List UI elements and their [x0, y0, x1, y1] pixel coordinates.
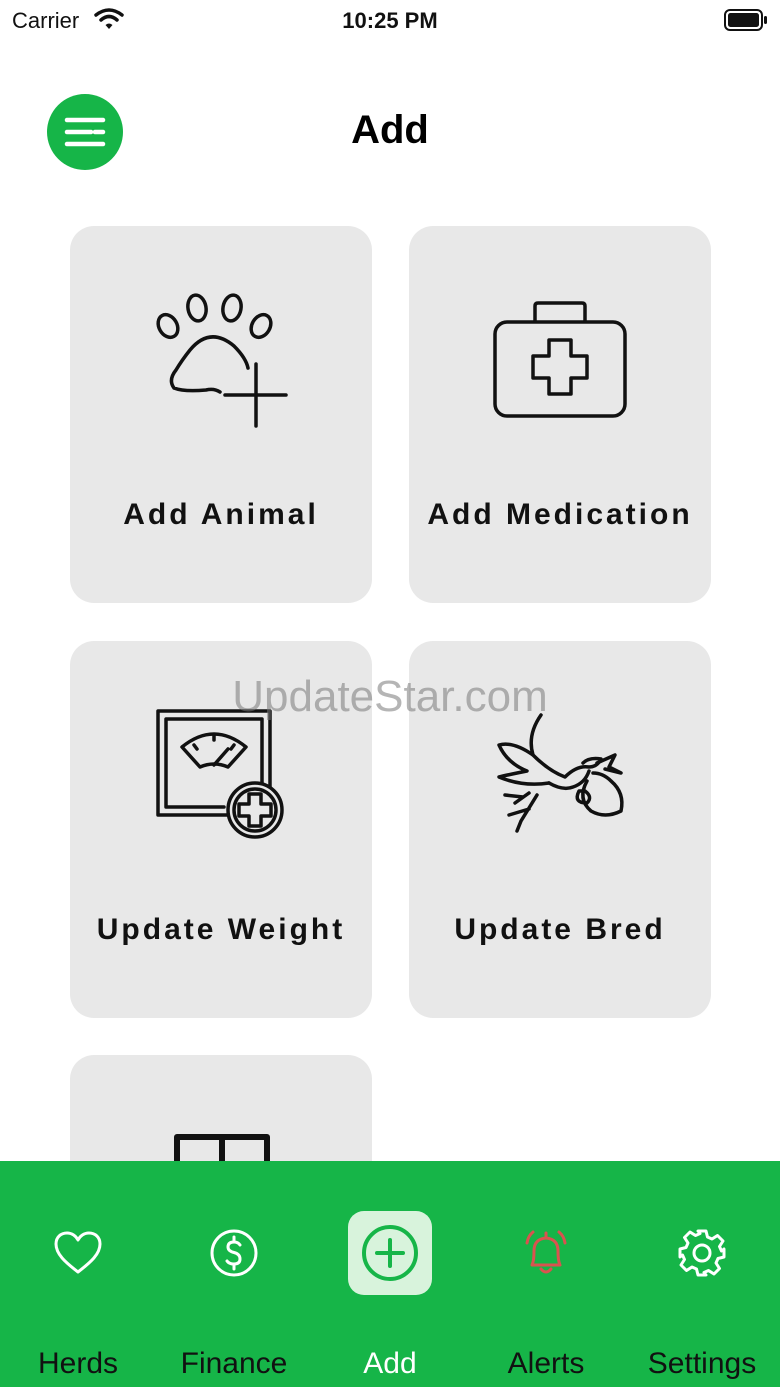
- page-title: Add: [351, 108, 429, 152]
- dollar-circle-icon: [210, 1229, 258, 1277]
- tab-finance[interactable]: Finance: [156, 1161, 312, 1387]
- tab-herds[interactable]: Herds: [0, 1161, 156, 1387]
- status-time: 10:25 PM: [342, 8, 438, 33]
- tab-bar: Herds Finance Add Alerts Settings: [0, 1161, 780, 1387]
- scale-plus-icon: [156, 709, 284, 839]
- tab-alerts[interactable]: Alerts: [468, 1161, 624, 1387]
- gear-icon: [678, 1229, 726, 1277]
- tab-label: Herds: [37, 1347, 119, 1380]
- card-label: Update Bred: [454, 913, 666, 946]
- add-medication-card[interactable]: Add Medication: [409, 226, 711, 603]
- tab-add[interactable]: Add: [312, 1161, 468, 1387]
- tab-label: Add: [363, 1347, 417, 1380]
- card-label: Add Medication: [427, 498, 693, 531]
- plus-circle-icon: [362, 1225, 418, 1281]
- status-bar: Carrier 10:25 PM: [0, 0, 780, 40]
- update-bred-card[interactable]: Update Bred: [409, 641, 711, 1018]
- first-aid-kit-icon: [493, 301, 627, 418]
- card-label: Add Animal: [123, 498, 319, 531]
- add-animal-card[interactable]: Add Animal: [70, 226, 372, 603]
- tab-label: Settings: [647, 1347, 757, 1380]
- update-weight-card[interactable]: Update Weight: [70, 641, 372, 1018]
- card-label: Update Weight: [96, 913, 346, 946]
- bell-icon: [525, 1230, 567, 1274]
- stork-icon: [497, 713, 624, 833]
- tab-label: Finance: [180, 1347, 288, 1380]
- paw-plus-icon: [156, 293, 288, 428]
- heart-icon: [54, 1231, 102, 1274]
- tab-label: Alerts: [507, 1347, 585, 1380]
- tab-settings[interactable]: Settings: [624, 1161, 780, 1387]
- battery-icon: [724, 9, 768, 36]
